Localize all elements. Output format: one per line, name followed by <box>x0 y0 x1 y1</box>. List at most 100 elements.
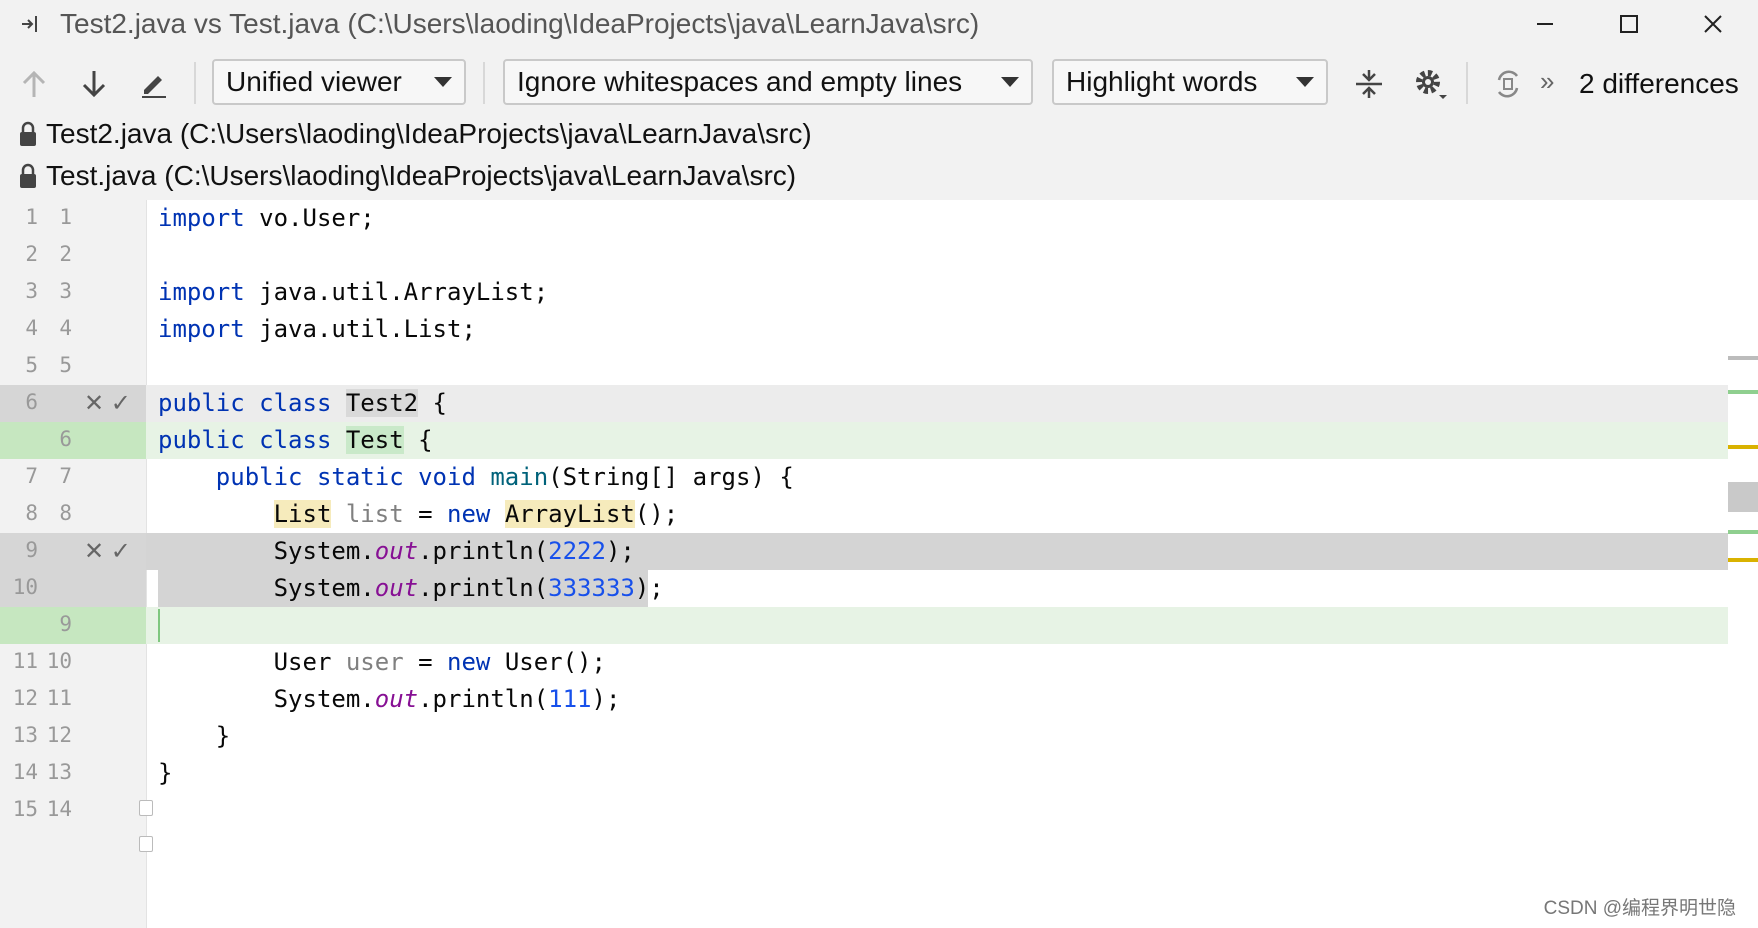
edit-source-button[interactable] <box>136 66 172 102</box>
code-text: import vo.User; <box>158 204 375 232</box>
line-number-left: 12 <box>12 686 38 710</box>
line-number-right: 13 <box>46 760 72 784</box>
scrollbar-thumb[interactable] <box>1728 482 1758 512</box>
line-number-right: 12 <box>46 723 72 747</box>
line-number-right: 5 <box>59 353 72 377</box>
code-line: 3 3 import java.util.ArrayList; <box>0 274 1728 311</box>
fold-marker-icon[interactable] <box>139 800 153 816</box>
code-line: 2 2 <box>0 237 1728 274</box>
line-number-right: 8 <box>59 501 72 525</box>
chevron-down-icon <box>1296 77 1314 87</box>
sync-scroll-icon[interactable] <box>1490 66 1526 102</box>
line-number-left: 9 <box>25 538 38 562</box>
code-line: 12 11 System.out.println(111); <box>0 681 1728 718</box>
deleted-code-line: 9 ✕ ✓ System.out.println(2222); <box>0 533 1728 570</box>
code-text: System.out.println(111); <box>273 685 621 713</box>
line-number-right: 6 <box>59 427 72 451</box>
line-number-left: 6 <box>25 390 38 414</box>
revert-accept-icons[interactable]: ✕ ✓ <box>84 537 131 566</box>
line-number-left: 10 <box>12 575 38 599</box>
inserted-gutter <box>0 607 146 644</box>
inserted-gutter <box>0 422 146 459</box>
line-number-left: 1 <box>25 205 38 229</box>
code-line: 7 7 public static void main(String[] arg… <box>0 459 1728 496</box>
inserted-code-line: 9 <box>0 607 1728 644</box>
viewer-dropdown[interactable]: Unified viewer <box>212 59 466 105</box>
text-caret <box>158 609 160 642</box>
code-text: System.out.println(2222); <box>273 537 635 565</box>
scroll-marker <box>1728 558 1758 562</box>
code-line: 11 10 User user = new User(); <box>0 644 1728 681</box>
fold-marker-icon[interactable] <box>139 836 153 852</box>
code-text: } <box>158 759 173 787</box>
code-text: public class Test { <box>158 426 433 454</box>
line-number-left: 11 <box>12 649 38 673</box>
code-text: public static void main(String[] args) { <box>215 463 794 491</box>
whitespace-dropdown[interactable]: Ignore whitespaces and empty lines <box>503 59 1033 105</box>
line-number-left: 13 <box>12 723 38 747</box>
inserted-code-line: 6 public class Test { <box>0 422 1728 459</box>
chevron-down-icon <box>434 77 452 87</box>
next-difference-button[interactable] <box>76 66 112 102</box>
collapse-unchanged-button[interactable] <box>1351 66 1387 102</box>
code-line: 5 5 <box>0 348 1728 385</box>
deleted-code-line: 10 System.out.println(333333); <box>0 570 1728 607</box>
line-number-left: 14 <box>12 760 38 784</box>
code-text: } <box>215 722 231 750</box>
diff-editor[interactable]: 1 1 import vo.User; 2 2 3 3 import java.… <box>0 200 1758 928</box>
more-actions-icon[interactable]: » <box>1540 66 1554 97</box>
line-number-left: 8 <box>25 501 38 525</box>
scroll-marker <box>1728 356 1758 360</box>
highlight-dropdown[interactable]: Highlight words <box>1052 59 1328 105</box>
right-file-path: Test.java (C:\Users\laoding\IdeaProjects… <box>46 160 797 191</box>
toolbar-separator <box>1466 62 1468 104</box>
line-number-right: 3 <box>59 279 72 303</box>
line-number-right: 2 <box>59 242 72 266</box>
code-line: 4 4 import java.util.List; <box>0 311 1728 348</box>
left-file-path: Test2.java (C:\Users\laoding\IdeaProject… <box>46 118 812 149</box>
line-number-left: 15 <box>12 797 38 821</box>
code-line: 1 1 import vo.User; <box>0 200 1728 237</box>
code-line: 13 12 } <box>0 718 1728 755</box>
code-text: import java.util.List; <box>158 315 476 343</box>
scroll-marker <box>1728 530 1758 534</box>
line-number-right: 9 <box>59 612 72 636</box>
title-bar: Test2.java vs Test.java (C:\Users\laodin… <box>0 0 1758 48</box>
right-file-header: Test.java (C:\Users\laoding\IdeaProjects… <box>18 156 796 196</box>
line-number-left: 4 <box>25 316 38 340</box>
deleted-code-line: 6 ✕ ✓ public class Test2 { <box>0 385 1728 422</box>
code-text: List list = new ArrayList(); <box>273 500 679 528</box>
maximize-button[interactable] <box>1599 4 1659 44</box>
code-line: 8 8 List list = new ArrayList(); <box>0 496 1728 533</box>
viewer-dropdown-label: Unified viewer <box>226 66 402 97</box>
highlight-dropdown-label: Highlight words <box>1066 66 1258 97</box>
line-number-right: 11 <box>46 686 72 710</box>
scroll-marker <box>1728 445 1758 449</box>
differences-count: 2 differences <box>1579 68 1739 99</box>
gear-icon[interactable] <box>1412 66 1448 102</box>
lock-icon <box>20 121 36 146</box>
line-number-left: 2 <box>25 242 38 266</box>
revert-accept-icons[interactable]: ✕ ✓ <box>84 389 131 418</box>
diff-app-icon <box>18 12 42 36</box>
line-number-right: 10 <box>46 649 72 673</box>
line-number-left: 3 <box>25 279 38 303</box>
watermark: CSDN @编程界明世隐 <box>1543 898 1736 919</box>
code-text: import java.util.ArrayList; <box>158 278 549 306</box>
toolbar-separator <box>483 62 485 104</box>
code-text: public class Test2 { <box>158 389 448 417</box>
code-line: 15 14 <box>0 792 1728 829</box>
line-number-left: 5 <box>25 353 38 377</box>
code-text: System.out.println(333333); <box>273 574 664 602</box>
line-number-right: 1 <box>59 205 72 229</box>
diff-toolbar: Unified viewer Ignore whitespaces and em… <box>0 56 1758 112</box>
scroll-marker <box>1728 390 1758 394</box>
lock-icon <box>20 163 36 188</box>
previous-difference-button[interactable] <box>16 66 52 102</box>
code-text: User user = new User(); <box>273 648 606 676</box>
close-button[interactable] <box>1683 4 1743 44</box>
toolbar-separator <box>194 62 196 104</box>
line-number-right: 7 <box>59 464 72 488</box>
minimize-button[interactable] <box>1515 4 1575 44</box>
line-number-right: 14 <box>46 797 72 821</box>
